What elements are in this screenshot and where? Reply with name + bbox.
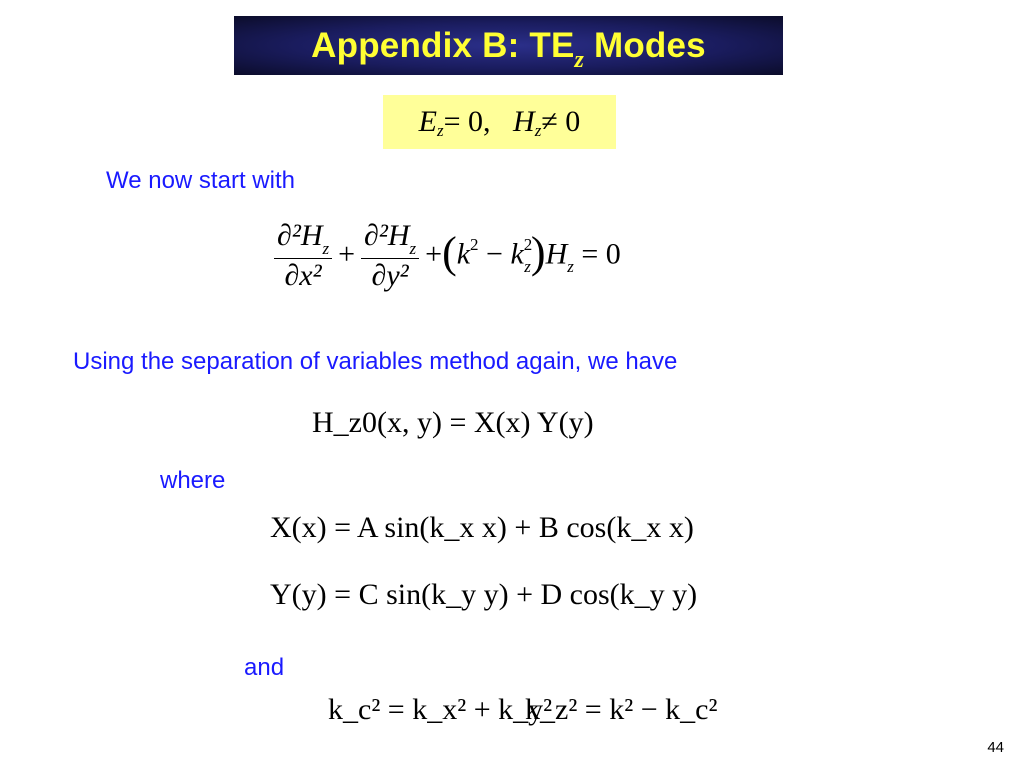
separation-text: Using the separation of variables method… (73, 348, 678, 375)
separation-equation: H_z0(x, y) = X(x) Y(y) (312, 406, 594, 439)
and-text: and (244, 654, 285, 681)
page-number: 44 (987, 739, 1004, 756)
x-solution-equation: X(x) = A sin(k_x x) + B cos(k_x x) (270, 511, 694, 544)
title-banner: Appendix B: TEz Modes (234, 16, 783, 75)
intro-text: We now start with (106, 167, 295, 194)
y-solution-equation: Y(y) = C sin(k_y y) + D cos(k_y y) (270, 578, 698, 611)
slide-title: Appendix B: TEz Modes (311, 25, 706, 73)
kz-equation: k_z² = k² − k_c² (525, 693, 718, 726)
kc-equation: k_c² = k_x² + k_y² (328, 693, 553, 726)
helmholtz-equation: ∂²Hz ∂x² + ∂²Hz ∂y² +(k2 − k2z)Hz = 0 (268, 220, 621, 293)
where-text: where (160, 467, 226, 494)
te-condition-equation: Ez = 0, Hz ≠ 0 (383, 95, 616, 149)
